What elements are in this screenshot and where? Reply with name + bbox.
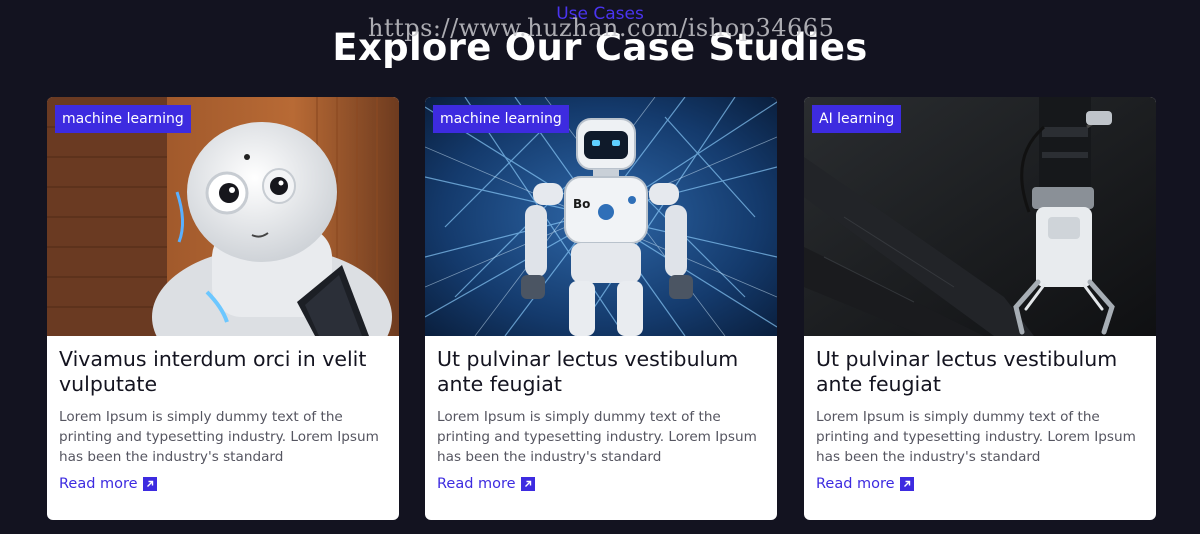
watermark-text: https://www.huzhan.com/ishop34665 — [368, 14, 835, 42]
card-image: AI learning — [804, 97, 1156, 336]
read-more-link[interactable]: Read more — [816, 476, 914, 492]
case-study-card[interactable]: Bo machine learning Ut pulvinar lectus v… — [425, 97, 777, 520]
read-more-link[interactable]: Read more — [437, 476, 535, 492]
read-more-label: Read more — [437, 476, 516, 492]
card-description: Lorem Ipsum is simply dummy text of the … — [59, 409, 379, 465]
read-more-label: Read more — [816, 476, 895, 492]
page: https://www.huzhan.com/ishop34665 Use Ca… — [0, 0, 1200, 534]
category-tag: machine learning — [433, 105, 569, 133]
case-study-card[interactable]: AI learning Ut pulvinar lectus vestibulu… — [804, 97, 1156, 520]
arrow-up-right-icon — [142, 477, 157, 491]
card-description: Lorem Ipsum is simply dummy text of the … — [437, 409, 757, 465]
read-more-label: Read more — [59, 476, 138, 492]
card-description: Lorem Ipsum is simply dummy text of the … — [816, 409, 1136, 465]
arrow-up-right-icon — [520, 477, 535, 491]
card-image: Bo machine learning — [425, 97, 777, 336]
card-title: Ut pulvinar lectus vestibulum ante feugi… — [437, 347, 739, 396]
category-tag: machine learning — [55, 105, 191, 133]
card-image: machine learning — [47, 97, 399, 336]
case-study-card[interactable]: machine learning Vivamus interdum orci i… — [47, 97, 399, 520]
arrow-up-right-icon — [899, 477, 914, 491]
svg-text:Bo: Bo — [573, 197, 590, 211]
card-title: Ut pulvinar lectus vestibulum ante feugi… — [816, 347, 1118, 396]
read-more-link[interactable]: Read more — [59, 476, 157, 492]
card-title: Vivamus interdum orci in velit vulputate — [59, 347, 367, 396]
category-tag: AI learning — [812, 105, 902, 133]
